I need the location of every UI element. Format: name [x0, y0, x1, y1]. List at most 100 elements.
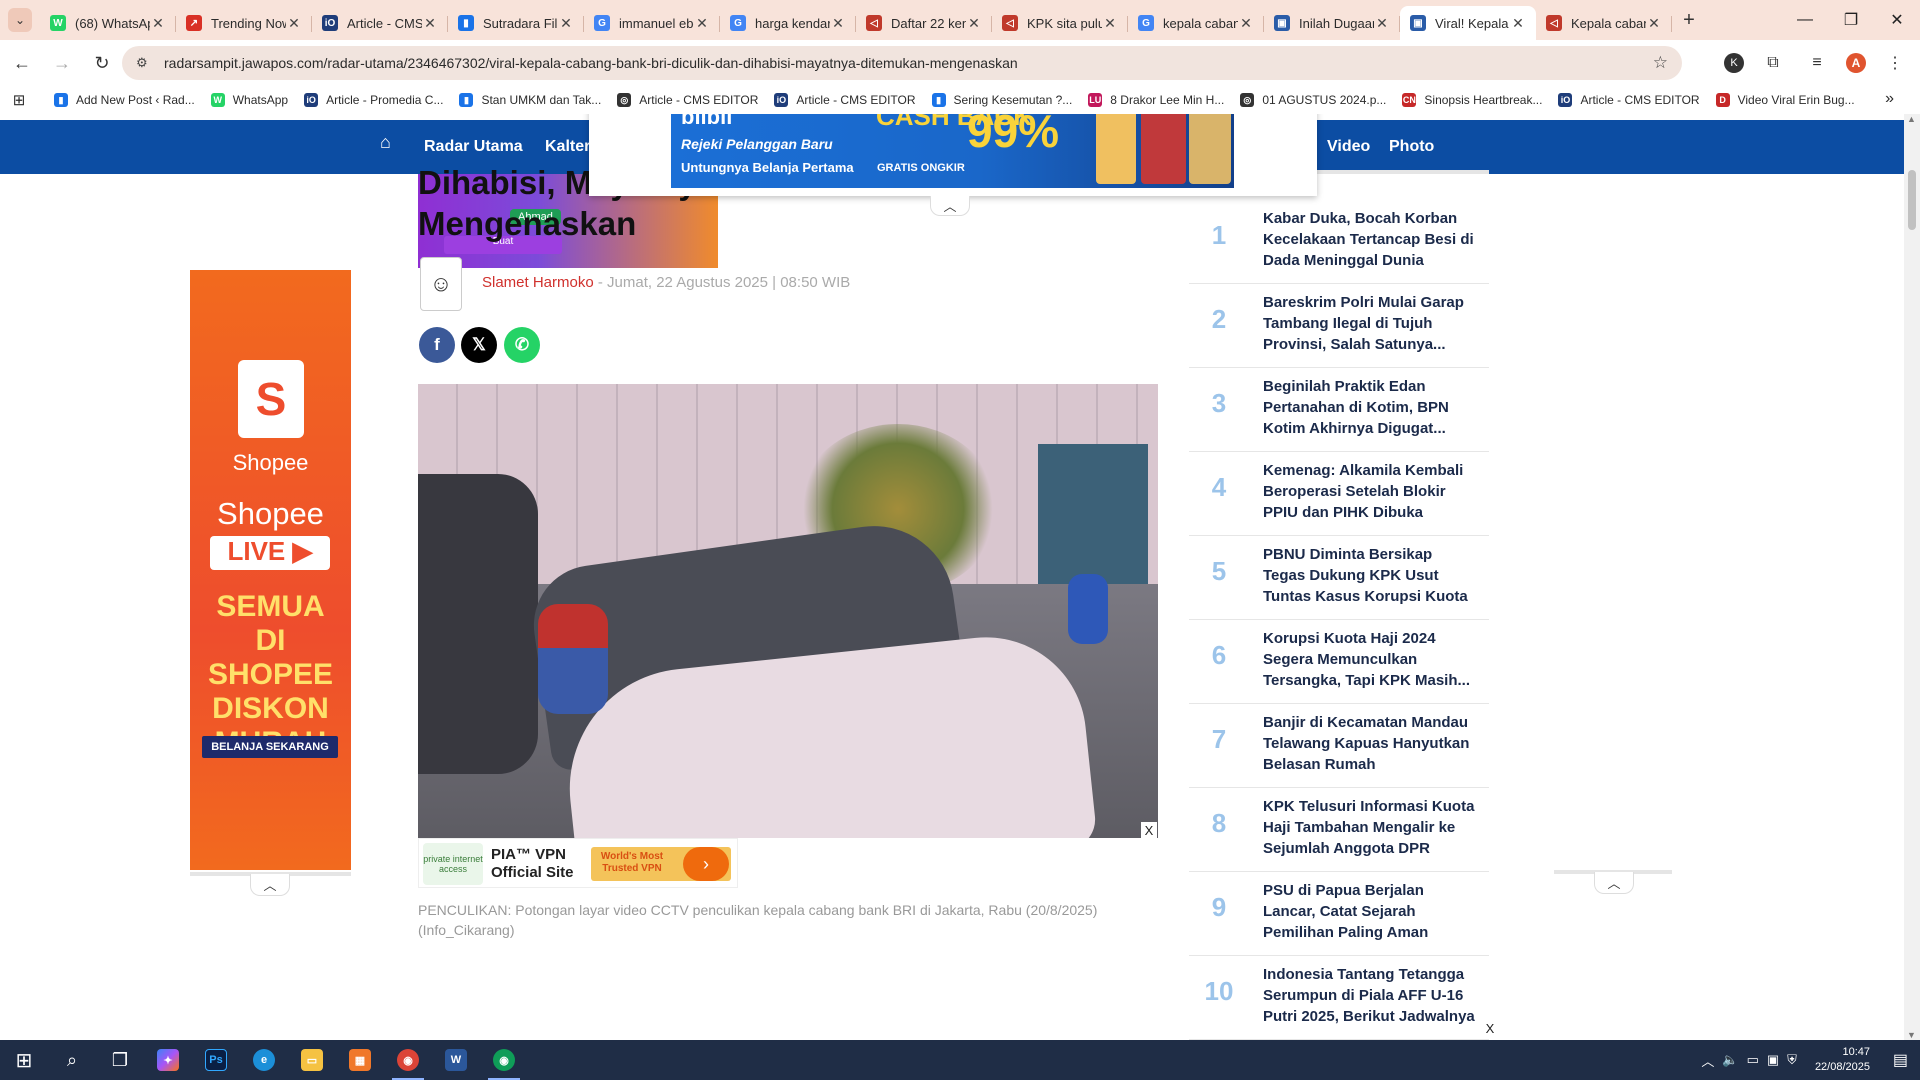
browser-tab[interactable]: ◁ Kepala cabang✕ [1536, 6, 1672, 40]
photoshop-icon[interactable]: Ps [192, 1040, 240, 1080]
close-tab-icon[interactable]: ✕ [966, 15, 982, 32]
security-icon[interactable]: ⛨ [1787, 1052, 1797, 1068]
reload-button[interactable]: ↻ [84, 45, 120, 81]
bookmark-item[interactable]: W WhatsApp [210, 93, 288, 107]
system-clock[interactable]: 10:47 22/08/2025 [1815, 1045, 1870, 1075]
popular-item[interactable]: 4 Kemenag: Alkamila Kembali Beroperasi Se… [1189, 452, 1489, 536]
bookmark-item[interactable]: iO Article - Promedia C... [304, 93, 443, 107]
popular-title[interactable]: Indonesia Tantang Tetangga Serumpun di P… [1263, 964, 1475, 1027]
chevron-up-icon[interactable]: ︿ [1701, 1051, 1714, 1070]
browser-tab[interactable]: Gimmanuel ebenezer✕ [584, 6, 720, 40]
popular-title[interactable]: Beginilah Praktik Edan Pertanahan di Kot… [1263, 376, 1475, 439]
nav-photo[interactable]: Photo [1389, 138, 1434, 156]
bookmark-item[interactable]: ▮ Sering Kesemutan ?... [931, 93, 1072, 107]
word-icon[interactable]: W [432, 1040, 480, 1080]
back-button[interactable]: ← [4, 45, 40, 81]
browser-tab[interactable]: ◁ Daftar 22 kendaraan✕ [856, 6, 992, 40]
file-explorer-icon[interactable]: ▭ [288, 1040, 336, 1080]
whatsapp-share-icon[interactable]: ✆ [504, 327, 540, 363]
bookmark-item[interactable]: ▮ Add New Post ‹ Rad... [54, 93, 195, 107]
popular-title[interactable]: PBNU Diminta Bersikap Tegas Dukung KPK U… [1263, 544, 1475, 608]
extensions-icon[interactable]: ⧉ [1758, 48, 1788, 78]
network-icon[interactable]: ▭ [1747, 1052, 1759, 1068]
new-tab-button[interactable]: + [1672, 3, 1706, 37]
popular-item[interactable]: 10 Indonesia Tantang Tetangga Serumpun di… [1189, 956, 1489, 1040]
close-tab-icon[interactable]: ✕ [558, 15, 574, 32]
popular-title[interactable]: KPK Telusuri Informasi Kuota Haji Tambah… [1263, 796, 1475, 859]
page-scrollbar[interactable]: ▲ ▼ [1904, 114, 1920, 1040]
close-tab-icon[interactable]: ✕ [1238, 15, 1254, 32]
author-name[interactable]: Slamet Harmoko [482, 274, 594, 291]
popular-item[interactable]: 6 Korupsi Kuota Haji 2024 Segera Memuncul… [1189, 620, 1489, 704]
chrome-icon[interactable]: ◉ [384, 1040, 432, 1080]
search-icon[interactable]: ⌕ [48, 1040, 96, 1080]
restore-button[interactable]: ❐ [1828, 0, 1874, 40]
left-ad-collapse-button[interactable]: ︿ [250, 874, 290, 896]
edge-icon[interactable]: e [240, 1040, 288, 1080]
browser-tab[interactable]: iO Article - CMS ✕ [312, 6, 448, 40]
popular-item[interactable]: 3 Beginilah Praktik Edan Pertanahan di Ko… [1189, 368, 1489, 452]
browser-tab[interactable]: ▣ Viral! Kepala ✕ [1400, 6, 1536, 40]
popular-item[interactable]: 1 Kabar Duka, Bocah Korban Kecelakaan Ter… [1189, 200, 1489, 284]
nav-kalteng[interactable]: Kalter [545, 138, 590, 156]
x-share-icon[interactable]: 𝕏 [461, 327, 497, 363]
shopee-cta-button[interactable]: BELANJA SEKARANG [202, 736, 338, 758]
bookmark-item[interactable]: LU 8 Drakor Lee Min H... [1088, 93, 1224, 107]
browser-tab[interactable]: Gkepala cabang✕ [1128, 6, 1264, 40]
close-tab-icon[interactable]: ✕ [830, 15, 846, 32]
facebook-share-icon[interactable]: f [419, 327, 455, 363]
bookmark-star-icon[interactable]: ☆ [1653, 53, 1668, 73]
scroll-thumb[interactable] [1908, 170, 1916, 230]
scroll-up-icon[interactable]: ▲ [1907, 114, 1916, 124]
home-icon[interactable]: ⌂ [380, 132, 402, 154]
browser-tab[interactable]: W (68) WhatsApp✕ [40, 6, 176, 40]
sidebar-ad-close-button[interactable]: X [1482, 1020, 1498, 1036]
bookmark-item[interactable]: ▮ Stan UMKM dan Tak... [459, 93, 601, 107]
task-view-icon[interactable]: ❐ [96, 1040, 144, 1080]
popular-item[interactable]: 7 Banjir di Kecamatan Mandau Telawang Kap… [1189, 704, 1489, 788]
apps-grid-icon[interactable]: ⊞ [0, 91, 38, 109]
browser-tab[interactable]: ▣ Inilah Dugaan ✕ [1264, 6, 1400, 40]
browser-tab[interactable]: ↗ Trending Now ✕ [176, 6, 312, 40]
popular-title[interactable]: PSU di Papua Berjalan Lancar, Catat Seja… [1263, 880, 1475, 943]
popular-title[interactable]: Bareskrim Polri Mulai Garap Tambang Ileg… [1263, 292, 1475, 355]
popular-title[interactable]: Banjir di Kecamatan Mandau Telawang Kapu… [1263, 712, 1475, 775]
popular-item[interactable]: 9 PSU di Papua Berjalan Lancar, Catat Sej… [1189, 872, 1489, 956]
close-tab-icon[interactable]: ✕ [1374, 15, 1390, 32]
address-bar[interactable]: ⚙ radarsampit.jawapos.com/radar-utama/23… [122, 46, 1682, 80]
minimize-button[interactable]: — [1782, 0, 1828, 40]
popular-item[interactable]: 5 PBNU Diminta Bersikap Tegas Dukung KPK … [1189, 536, 1489, 620]
popular-title[interactable]: Kemenag: Alkamila Kembali Beroperasi Set… [1263, 460, 1475, 523]
blibli-ad[interactable]: blibli Rejeki Pelanggan Baru Untungnya B… [589, 114, 1317, 196]
browser-tab[interactable]: ▮ Sutradara Film✕ [448, 6, 584, 40]
browser-tab[interactable]: Gharga kendaraan✕ [720, 6, 856, 40]
windows-start-icon[interactable]: ⊞ [0, 1040, 48, 1080]
close-tab-icon[interactable]: ✕ [422, 15, 438, 32]
popular-item[interactable]: 8 KPK Telusuri Informasi Kuota Haji Tamba… [1189, 788, 1489, 872]
tab-search-button[interactable]: ⌄ [0, 0, 40, 40]
popular-title[interactable]: Korupsi Kuota Haji 2024 Segera Memunculk… [1263, 628, 1475, 691]
browser-menu-icon[interactable]: ⋮ [1880, 48, 1910, 78]
volume-icon[interactable]: 🔈 [1722, 1052, 1738, 1068]
bookmark-item[interactable]: iO Article - CMS EDITOR [774, 93, 916, 107]
forward-button[interactable]: → [44, 45, 80, 81]
url-text[interactable]: radarsampit.jawapos.com/radar-utama/2346… [164, 55, 1653, 71]
right-ad-collapse-button[interactable]: ︿ [1594, 872, 1634, 894]
app-icon[interactable]: ▦ [336, 1040, 384, 1080]
bookmark-item[interactable]: iO Article - CMS EDITOR [1558, 93, 1700, 107]
media-control-icon[interactable]: ≡ [1802, 48, 1832, 78]
nav-video[interactable]: Video [1327, 138, 1370, 156]
vpn-arrow-icon[interactable]: › [683, 847, 729, 881]
tune-icon[interactable]: ⚙ [136, 55, 154, 71]
scroll-down-icon[interactable]: ▼ [1907, 1030, 1916, 1040]
close-tab-icon[interactable]: ✕ [286, 15, 302, 32]
top-ad-collapse-button[interactable]: ︿ [930, 196, 970, 216]
close-tab-icon[interactable]: ✕ [694, 15, 710, 32]
copilot-icon[interactable]: ✦ [144, 1040, 192, 1080]
profile-avatar[interactable]: A [1846, 53, 1866, 73]
shopee-ad[interactable]: S Shopee Shopee LIVE ▶ SEMUA DI SHOPEE D… [190, 270, 351, 870]
close-tab-icon[interactable]: ✕ [1510, 15, 1526, 32]
close-tab-icon[interactable]: ✕ [1102, 15, 1118, 32]
bookmark-item[interactable]: ◎ 01 AGUSTUS 2024.p... [1240, 93, 1386, 107]
popular-item[interactable]: 2 Bareskrim Polri Mulai Garap Tambang Ile… [1189, 284, 1489, 368]
